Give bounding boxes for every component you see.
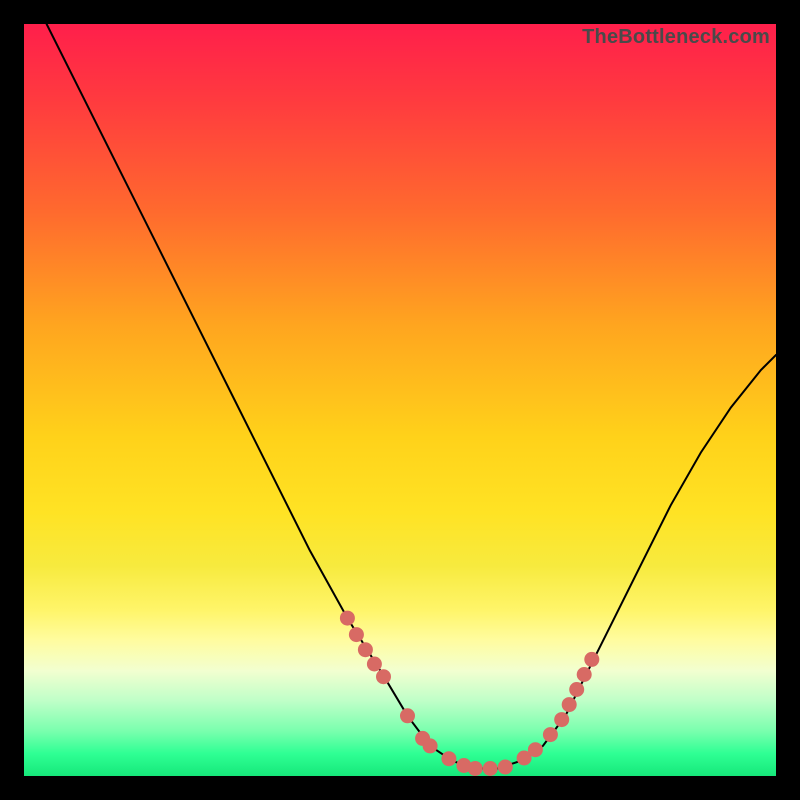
highlight-dot [584,652,599,667]
highlight-dot [569,682,584,697]
highlight-dot [376,669,391,684]
highlight-dot [340,611,355,626]
highlight-dot [577,667,592,682]
chart-plot-area: TheBottleneck.com [24,24,776,776]
highlight-dot [423,738,438,753]
highlight-dot [498,760,513,775]
highlight-dot [543,727,558,742]
highlight-dots-group [340,611,599,776]
highlight-dot [468,761,483,776]
highlight-dot [349,627,364,642]
chart-frame: TheBottleneck.com [0,0,800,800]
highlight-dot [367,657,382,672]
highlight-dot [400,708,415,723]
highlight-dot [441,751,456,766]
highlight-dot [562,697,577,712]
highlight-dot [483,761,498,776]
bottleneck-curve [47,24,776,769]
highlight-dot [528,742,543,757]
chart-svg [24,24,776,776]
highlight-dot [358,642,373,657]
highlight-dot [554,712,569,727]
